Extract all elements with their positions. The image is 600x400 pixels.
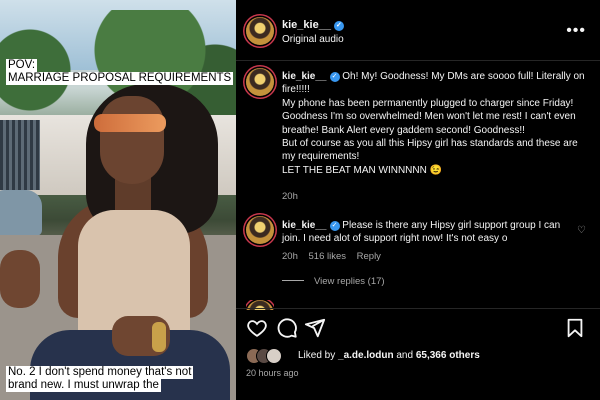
comment-text: LET THE BEAT MAN WINNNNN 😉 [282,164,443,176]
comment-username[interactable]: kie_kie__ [282,220,327,231]
author-avatar[interactable] [246,17,274,45]
caption-comment: kie_kie__ ✓ Oh! My! Goodness! My DMs are … [282,70,588,177]
action-bar [236,308,600,349]
post-header: kie_kie__ ✓ Original audio ••• [236,0,600,61]
caption-line: POV: [6,59,38,72]
liker-avatar [266,348,282,364]
author-username-text[interactable]: kie_kie__ [282,19,331,31]
video-person-face [100,96,164,184]
reply-comment: kie_kie__ ✓ Please is there any Hipsy gir… [282,219,562,246]
comment-text: But of course as you all this Hipsy girl… [282,138,578,163]
likes-others[interactable]: 65,366 others [416,350,480,361]
comment-avatar[interactable] [246,68,274,96]
video-car [0,190,42,236]
verified-badge-icon: ✓ [329,221,340,231]
likes-connector: and [396,350,414,361]
author-username[interactable]: kie_kie__ ✓ [282,19,344,31]
comment-username[interactable]: kie_kie__ [282,71,327,82]
comment-text: Oh! My! Goodness! My DMs are soooo full!… [282,71,585,96]
comment-meta: 20h [282,191,306,202]
post-timestamp: 20 hours ago [246,368,299,378]
liker-username[interactable]: _a.de.lodun [338,350,394,361]
post-side-panel: kie_kie__ ✓ Original audio ••• kie_kie__ ✓… [236,0,600,400]
likes-summary[interactable]: Liked by _a.de.lodun and 65,366 others [298,350,480,361]
comment-like-heart-icon[interactable]: ♡ [577,225,586,236]
view-replies-label[interactable]: View replies (17) [314,276,385,287]
heart-icon[interactable] [246,317,268,339]
verified-badge-icon: ✓ [329,72,340,82]
video-caption-top: POV: MARRIAGE PROPOSAL REQUIREMENTS [6,59,234,85]
audio-link[interactable]: Original audio [282,34,344,45]
share-icon[interactable] [304,317,326,339]
caption-line: MARRIAGE PROPOSAL REQUIREMENTS [6,72,234,85]
video-person-sunglasses [94,114,166,132]
comment-icon[interactable] [276,317,298,339]
comment-time: 20h [282,251,298,262]
comment-avatar[interactable] [246,216,274,244]
verified-badge-icon: ✓ [333,21,344,31]
more-horizontal-icon[interactable]: ••• [566,22,586,40]
video-gate [0,120,40,190]
video-caption-bottom: No. 2 I don't spend money that's not bra… [6,366,194,392]
likes-prefix: Liked by [298,350,336,361]
caption-line: No. 2 I don't spend money that's not [6,366,194,379]
view-replies-button[interactable]: View replies (17) [282,276,385,287]
comment-text: My phone has been permanently plugged to… [282,97,576,136]
comment-likes[interactable]: 516 likes [309,251,347,262]
video-person-hand-left [0,250,40,308]
comment-time: 20h [282,191,298,202]
video-person-bracelet [152,322,166,352]
reel-video[interactable]: POV: MARRIAGE PROPOSAL REQUIREMENTS No. … [0,0,236,400]
caption-line: brand new. I must unwrap the [6,379,161,392]
bookmark-icon[interactable] [564,317,586,339]
reply-button[interactable]: Reply [357,251,381,262]
view-replies-line [282,280,304,281]
comment-meta: 20h 516 likes Reply [282,251,389,262]
